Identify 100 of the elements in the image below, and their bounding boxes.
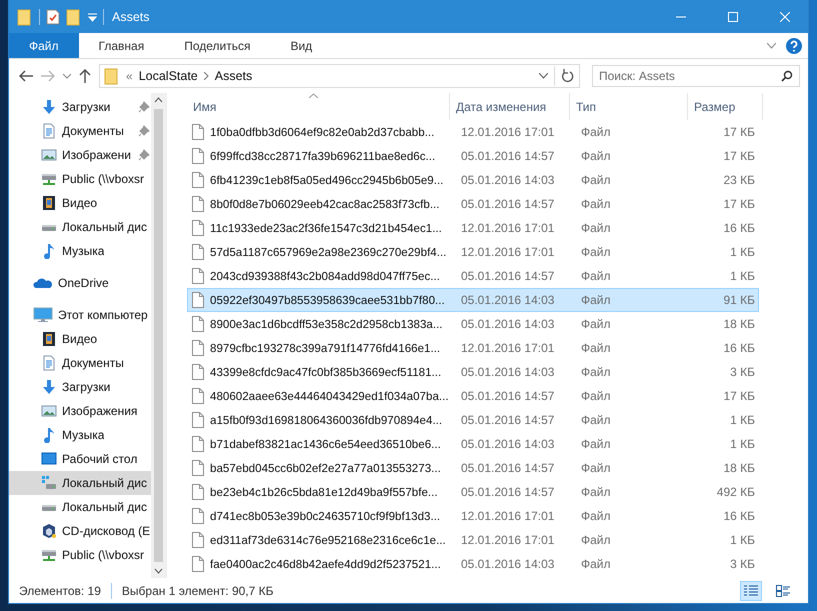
network-drive-icon	[41, 171, 57, 187]
nav-item[interactable]: Загрузки	[9, 95, 151, 119]
file-row[interactable]: 05922ef30497b8553958639caee531bb7f80... 05.01.2016 14:03 Файл 91 КБ	[187, 288, 759, 312]
scrollbar-thumb[interactable]	[154, 109, 163, 562]
date-cell-text: 05.01.2016 14:57	[460, 269, 556, 283]
size-cell-text: 16 КБ	[722, 221, 755, 235]
back-button[interactable]	[19, 70, 33, 82]
nav-item[interactable]: Видео	[9, 191, 151, 215]
date-cell-text: 12.01.2016 17:01	[460, 341, 556, 355]
properties-icon[interactable]	[46, 8, 60, 24]
file-name: a15fb0f93d169818064360036fdb970894e4...	[210, 414, 442, 426]
pin-icon	[138, 101, 150, 113]
overflow-chevron[interactable]: «	[126, 69, 133, 83]
nav-item[interactable]: Локальный дис	[9, 215, 151, 239]
size-cell-text: 23 КБ	[722, 173, 755, 187]
address-bar[interactable]: « LocalState Assets	[99, 64, 580, 88]
nav-item[interactable]: Загрузки	[9, 375, 151, 399]
nav-item[interactable]: CD-дисковод (E:	[9, 519, 151, 543]
column-header[interactable]: Размер	[688, 93, 763, 120]
nav-item[interactable]: Рабочий стол	[9, 447, 151, 471]
sort-ascending-icon	[309, 93, 318, 98]
file-name: 43399e8cfdc9ac47fc0bf385b3669ecf51181...	[210, 366, 442, 378]
file-icon	[192, 172, 204, 188]
help-icon[interactable]	[786, 38, 802, 54]
nav-item[interactable]: Музыка	[9, 423, 151, 447]
size-cell-text: 1 КБ	[729, 533, 755, 547]
file-icon	[192, 484, 204, 500]
nav-item[interactable]: Изображения	[9, 399, 151, 423]
file-row[interactable]: 2043cd939388f43c2b084add98d047ff75ec... 05.01.2016 14:57 Файл 1 КБ	[187, 264, 759, 288]
history-dropdown-icon[interactable]	[539, 73, 548, 79]
nav-item[interactable]: Локальный дис	[9, 495, 151, 519]
date-cell-text: 05.01.2016 14:03	[460, 557, 556, 571]
file-row[interactable]: 8900e3ac1d6bcdff53e358c2d2958cb1383a... 05.01.2016 14:03 Файл 18 КБ	[187, 312, 759, 336]
file-row[interactable]: 57d5a1187c657969e2a98e2369c270e29bf4... 12.01.2016 17:01 Файл 1 КБ	[187, 240, 759, 264]
date-cell-text: 05.01.2016 14:03	[460, 365, 556, 379]
file-row[interactable]: ed311af73de6314c76e952168e2316ce6c1e... 12.01.2016 17:01 Файл 1 КБ	[187, 528, 759, 552]
nav-item[interactable]: Этот компьютер	[9, 303, 151, 327]
nav-item[interactable]: OneDrive	[9, 271, 151, 295]
window-title: Assets	[112, 10, 151, 24]
nav-item[interactable]: Public (\\vboxsr	[9, 167, 151, 191]
recent-locations-button[interactable]	[63, 73, 71, 79]
file-row[interactable]: ba57ebd045cc6b02ef2e27a77a013553273... 05.01.2016 14:57 Файл 18 КБ	[187, 456, 759, 480]
folder-icon	[17, 8, 33, 26]
file-name: 1f0ba0dfbb3d6064ef9c82e0ab2d37cbabb...	[210, 126, 434, 138]
file-row[interactable]: b71dabef83821ac1436c6e54eed36510be6... 05.01.2016 14:03 Файл 1 КБ	[187, 432, 759, 456]
file-row[interactable]: 6f99ffcd38cc28717fa39b696211bae8ed6c... 05.01.2016 14:57 Файл 17 КБ	[187, 144, 759, 168]
network-drive-icon	[41, 547, 57, 563]
breadcrumb[interactable]: LocalState	[138, 69, 198, 83]
nav-item[interactable]: Изображени	[9, 143, 151, 167]
breadcrumb[interactable]: Assets	[214, 69, 252, 83]
nav-item[interactable]: Локальный дис	[9, 471, 151, 495]
file-row[interactable]: 6fb41239c1eb8f5a05ed496cc2945b6b05e9... 05.01.2016 14:03 Файл 23 КБ	[187, 168, 759, 192]
file-row[interactable]: d741ec8b053e39b0c24635710cf9f9bf13d3... 12.01.2016 17:01 Файл 16 КБ	[187, 504, 759, 528]
expand-ribbon-icon[interactable]	[767, 42, 776, 48]
view-button[interactable]	[740, 581, 762, 601]
nav-item[interactable]: Видео	[9, 327, 151, 351]
size-cell-text: 17 КБ	[722, 389, 755, 403]
type-cell-text: Файл	[580, 173, 612, 187]
up-button[interactable]	[79, 69, 91, 83]
search-field[interactable]: Поиск: Assets	[592, 65, 800, 87]
dropdown-caret-icon[interactable]	[88, 12, 97, 22]
type-cell-text: Файл	[580, 557, 612, 571]
nav-item[interactable]: Документы	[9, 119, 151, 143]
details-view-icon	[744, 585, 758, 597]
nav-item[interactable]: Музыка	[9, 239, 151, 263]
size-cell-text: 1 КБ	[729, 437, 755, 451]
file-row[interactable]: 11c1933ede23ac2f36fe1547c3d21b454ec1... 12.01.2016 17:01 Файл 16 КБ	[187, 216, 759, 240]
file-row[interactable]: 8979cfbc193278c399a791f14776fd4166e1... 12.01.2016 17:01 Файл 16 КБ	[187, 336, 759, 360]
file-icon	[192, 556, 204, 572]
file-row[interactable]: 43399e8cfdc9ac47fc0bf385b3669ecf51181... 05.01.2016 14:03 Файл 3 КБ	[187, 360, 759, 384]
size-cell-text: 16 КБ	[722, 341, 755, 355]
file-icon	[192, 460, 204, 476]
size-cell-text: 18 КБ	[722, 317, 755, 331]
breadcrumb-separator-icon[interactable]	[204, 72, 209, 80]
file-row[interactable]: 8b0f0d8e7b06029eeb42cac8ac2583f73cfb... 05.01.2016 14:57 Файл 17 КБ	[187, 192, 759, 216]
file-row[interactable]: fae0400ac2c46d8b42aefe4dd9d2f5237521... 05.01.2016 14:03 Файл 3 КБ	[187, 552, 759, 576]
file-icon	[192, 148, 204, 164]
file-icon	[192, 364, 204, 380]
file-row[interactable]: a15fb0f93d169818064360036fdb970894e4... 05.01.2016 14:57 Файл 1 КБ	[187, 408, 759, 432]
file-name: 8b0f0d8e7b06029eeb42cac8ac2583f73cfb...	[210, 198, 440, 210]
column-header[interactable]: Тип	[570, 93, 688, 120]
file-name: 2043cd939388f43c2b084add98d047ff75ec...	[210, 270, 440, 282]
nav-item[interactable]: Документы	[9, 351, 151, 375]
date-cell-text: 05.01.2016 14:03	[460, 293, 556, 307]
type-cell-text: Файл	[580, 245, 612, 259]
file-icon	[192, 340, 204, 356]
download-arrow-icon	[41, 99, 57, 115]
size-cell-text: 17 КБ	[722, 197, 755, 211]
file-name: 8900e3ac1d6bcdff53e358c2d2958cb1383a...	[210, 318, 443, 330]
file-name: d741ec8b053e39b0c24635710cf9f9bf13d3...	[210, 510, 440, 522]
file-name: 8979cfbc193278c399a791f14776fd4166e1...	[210, 342, 440, 354]
column-header[interactable]: Имя	[187, 93, 450, 120]
ribbon-tab[interactable]: Файл	[9, 33, 79, 58]
nav-item[interactable]: Public (\\vboxsr	[9, 543, 151, 567]
file-row[interactable]: be23eb4c1b26c5bda81e12d49ba9f557bfe... 05.01.2016 14:57 Файл 492 КБ	[187, 480, 759, 504]
file-row[interactable]: 1f0ba0dfbb3d6064ef9c82e0ab2d37cbabb... 12.01.2016 17:01 Файл 17 КБ	[187, 120, 759, 144]
column-header[interactable]: Дата изменения	[450, 93, 570, 120]
file-row[interactable]: 480602aaee63e44464043429ed1f034a07ba... 05.01.2016 14:57 Файл 17 КБ	[187, 384, 759, 408]
file-name: 57d5a1187c657969e2a98e2369c270e29bf4...	[210, 246, 446, 258]
image-icon	[41, 403, 57, 419]
